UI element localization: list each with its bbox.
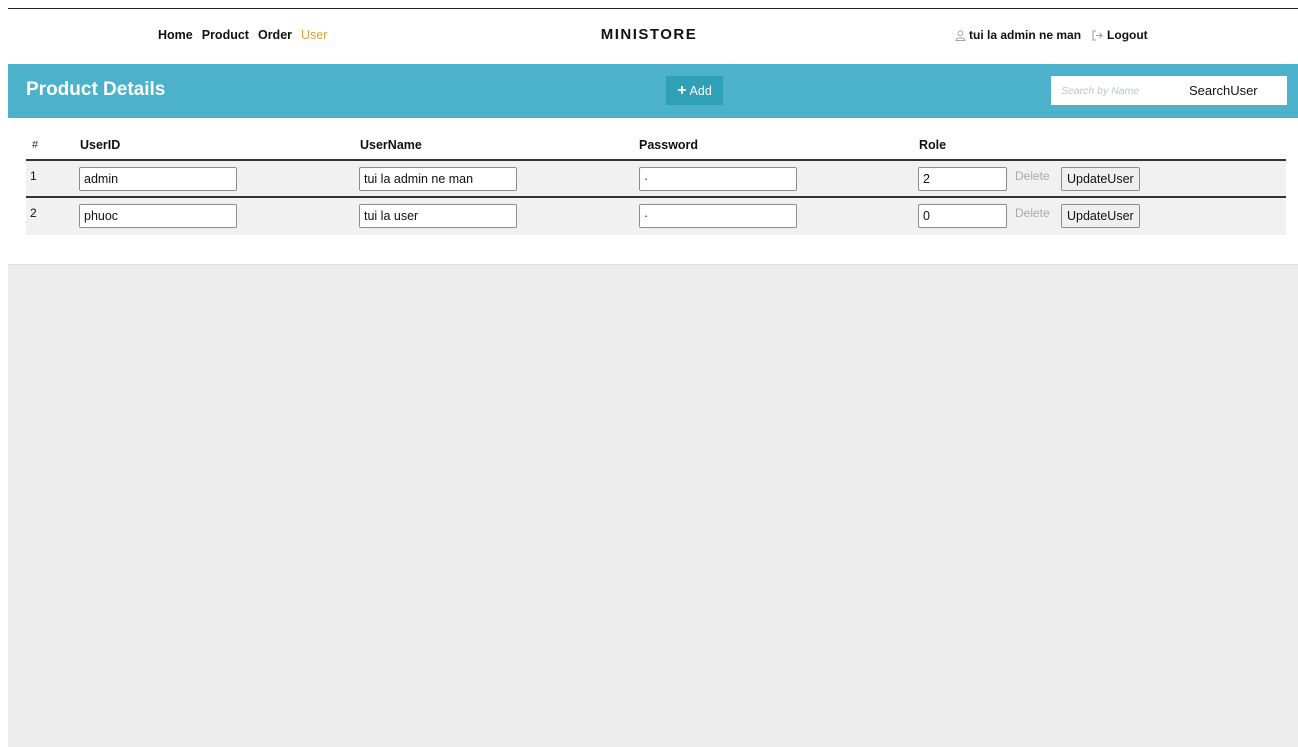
nav-order[interactable]: Order xyxy=(258,28,292,42)
header-bar: Product Details + Add SearchUser xyxy=(8,64,1298,118)
logout-icon xyxy=(1092,30,1104,41)
username[interactable]: tui la admin ne man xyxy=(969,28,1081,42)
delete-button[interactable]: Delete xyxy=(1015,206,1050,220)
user-area: tui la admin ne man Logout xyxy=(955,28,1148,42)
column-header-role: Role xyxy=(919,138,947,152)
userid-field[interactable] xyxy=(79,167,237,191)
username-field[interactable] xyxy=(359,167,517,191)
table-row: 1 Delete UpdateUser xyxy=(26,161,1286,198)
table-header: # UserID UserName Password Role xyxy=(26,134,1286,161)
password-field[interactable] xyxy=(639,204,797,228)
plus-icon: + xyxy=(677,81,687,99)
role-field[interactable] xyxy=(918,204,1007,228)
password-field[interactable] xyxy=(639,167,797,191)
column-header-index: # xyxy=(32,139,39,151)
page-title: Product Details xyxy=(26,79,166,100)
nav-links: Home Product Order User xyxy=(158,28,336,42)
username-field[interactable] xyxy=(359,204,517,228)
nav-user[interactable]: User xyxy=(301,28,327,42)
column-header-userid: UserID xyxy=(80,138,121,152)
role-field[interactable] xyxy=(918,167,1007,191)
userid-field[interactable] xyxy=(79,204,237,228)
search-input[interactable] xyxy=(1051,76,1181,105)
user-icon xyxy=(955,29,966,41)
column-header-username: UserName xyxy=(360,138,422,152)
navbar: Home Product Order User MINISTORE tui la… xyxy=(0,9,1298,63)
nav-home[interactable]: Home xyxy=(158,28,193,42)
column-header-password: Password xyxy=(639,138,699,152)
logout-link[interactable]: Logout xyxy=(1092,28,1148,42)
add-button-label: Add xyxy=(689,83,712,98)
add-button[interactable]: + Add xyxy=(666,76,723,105)
brand-logo[interactable]: MINISTORE xyxy=(601,26,698,43)
search-box: SearchUser xyxy=(1051,76,1287,105)
search-user-button[interactable]: SearchUser xyxy=(1189,83,1258,98)
update-user-button[interactable]: UpdateUser xyxy=(1061,167,1140,191)
user-table: # UserID UserName Password Role 1 Delete… xyxy=(26,134,1286,235)
delete-button[interactable]: Delete xyxy=(1015,169,1050,183)
row-index: 2 xyxy=(30,206,37,220)
table-row: 2 Delete UpdateUser xyxy=(26,198,1286,235)
update-user-button[interactable]: UpdateUser xyxy=(1061,204,1140,228)
nav-product[interactable]: Product xyxy=(202,28,249,42)
row-index: 1 xyxy=(30,169,37,183)
logout-label: Logout xyxy=(1107,28,1148,42)
